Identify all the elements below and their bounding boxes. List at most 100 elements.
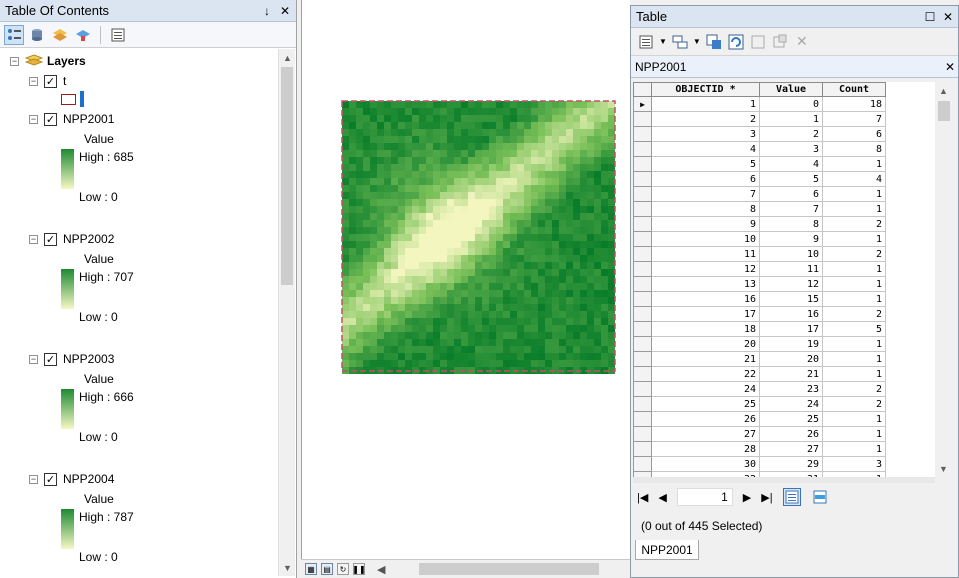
show-all-records-icon[interactable] bbox=[782, 488, 801, 506]
row-selector[interactable] bbox=[633, 276, 652, 292]
table-vertical-scrollbar[interactable]: ▲ ▼ bbox=[935, 82, 952, 477]
cell-value[interactable]: 25 bbox=[759, 411, 823, 427]
cell-count[interactable]: 2 bbox=[822, 381, 886, 397]
cell-count[interactable]: 1 bbox=[822, 201, 886, 217]
collapse-icon[interactable]: − bbox=[29, 114, 38, 124]
table-row[interactable]: 12 11 1 bbox=[633, 261, 886, 277]
chevron-down-icon[interactable]: ▼ bbox=[693, 37, 701, 46]
cell-count[interactable]: 1 bbox=[822, 411, 886, 427]
layer-visibility-checkbox[interactable]: ✓ bbox=[44, 112, 57, 126]
scroll-up-icon[interactable]: ▲ bbox=[935, 82, 952, 99]
cell-objectid[interactable]: 10 bbox=[651, 231, 760, 247]
table-bottom-tab[interactable]: NPP2001 bbox=[635, 540, 699, 560]
cell-value[interactable]: 29 bbox=[759, 456, 823, 472]
layout-view-icon[interactable]: ▤ bbox=[321, 563, 333, 575]
cell-count[interactable]: 18 bbox=[822, 96, 886, 112]
cell-objectid[interactable]: 28 bbox=[651, 441, 760, 457]
cell-value[interactable]: 27 bbox=[759, 441, 823, 457]
layer-npp2001[interactable]: − ✓ NPP2001 bbox=[29, 111, 114, 127]
cell-objectid[interactable]: 1 bbox=[651, 96, 760, 112]
current-record-input[interactable]: 1 bbox=[676, 488, 733, 506]
cell-value[interactable]: 6 bbox=[759, 186, 823, 202]
cell-value[interactable]: 0 bbox=[759, 96, 823, 112]
cell-objectid[interactable]: 27 bbox=[651, 426, 760, 442]
table-options-icon[interactable] bbox=[637, 33, 655, 51]
layer-visibility-checkbox[interactable]: ✓ bbox=[44, 352, 57, 366]
layer-npp2004[interactable]: − ✓ NPP2004 bbox=[29, 471, 114, 487]
row-selector[interactable] bbox=[633, 441, 652, 457]
cell-count[interactable]: 4 bbox=[822, 171, 886, 187]
list-by-drawing-order-icon[interactable] bbox=[4, 24, 24, 45]
cell-value[interactable]: 15 bbox=[759, 291, 823, 307]
cell-value[interactable]: 16 bbox=[759, 306, 823, 322]
table-row[interactable]: 217 bbox=[633, 111, 886, 127]
table-row[interactable]: 871 bbox=[633, 201, 886, 217]
row-selector[interactable] bbox=[633, 201, 652, 217]
scroll-thumb[interactable] bbox=[281, 67, 293, 285]
cell-objectid[interactable]: 12 bbox=[651, 261, 760, 277]
table-row[interactable]: 326 bbox=[633, 126, 886, 142]
table-row[interactable]: 438 bbox=[633, 141, 886, 157]
table-row[interactable]: 654 bbox=[633, 171, 886, 187]
layer-visibility-checkbox[interactable]: ✓ bbox=[44, 472, 57, 486]
cell-count[interactable]: 1 bbox=[822, 156, 886, 172]
row-selector[interactable] bbox=[633, 186, 652, 202]
close-icon[interactable]: ✕ bbox=[278, 4, 292, 18]
cell-count[interactable]: 2 bbox=[822, 216, 886, 232]
layer-npp2003[interactable]: − ✓ NPP2003 bbox=[29, 351, 114, 367]
table-row[interactable]: 17 16 2 bbox=[633, 306, 886, 322]
row-selector[interactable] bbox=[633, 171, 652, 187]
cell-objectid[interactable]: 22 bbox=[651, 366, 760, 382]
table-row[interactable]: 20 19 1 bbox=[633, 336, 886, 352]
layer-npp2002[interactable]: − ✓ NPP2002 bbox=[29, 231, 114, 247]
cell-value[interactable]: 24 bbox=[759, 396, 823, 412]
layer-visibility-checkbox[interactable]: ✓ bbox=[44, 232, 57, 246]
cell-count[interactable]: 3 bbox=[822, 456, 886, 472]
pin-icon[interactable]: ↓ bbox=[260, 4, 274, 18]
cell-count[interactable]: 2 bbox=[822, 306, 886, 322]
table-row[interactable]: 13 12 1 bbox=[633, 276, 886, 292]
close-tab-icon[interactable]: ✕ bbox=[793, 33, 811, 51]
show-selected-records-icon[interactable] bbox=[811, 488, 829, 506]
map-horizontal-scroll-thumb[interactable] bbox=[419, 563, 599, 575]
first-record-icon[interactable]: |◀ bbox=[637, 491, 648, 504]
cell-count[interactable]: 1 bbox=[822, 261, 886, 277]
cell-objectid[interactable]: 18 bbox=[651, 321, 760, 337]
table-row[interactable]: 30 29 3 bbox=[633, 456, 886, 472]
close-icon[interactable]: ✕ bbox=[940, 10, 956, 24]
table-row[interactable]: 27 26 1 bbox=[633, 426, 886, 442]
cell-objectid[interactable]: 30 bbox=[651, 456, 760, 472]
clear-selection-icon[interactable] bbox=[749, 33, 767, 51]
scroll-up-icon[interactable]: ▲ bbox=[279, 49, 296, 66]
collapse-icon[interactable]: − bbox=[29, 234, 38, 244]
table-row[interactable]: 25 24 2 bbox=[633, 396, 886, 412]
row-selector[interactable] bbox=[633, 351, 652, 367]
row-selector[interactable] bbox=[633, 141, 652, 157]
list-by-source-icon[interactable] bbox=[27, 25, 47, 45]
options-icon[interactable] bbox=[108, 25, 128, 45]
row-selector[interactable] bbox=[633, 396, 652, 412]
row-selector[interactable] bbox=[633, 261, 652, 277]
row-selector[interactable] bbox=[633, 321, 652, 337]
collapse-icon[interactable]: − bbox=[29, 76, 38, 86]
scroll-down-icon[interactable]: ▼ bbox=[935, 460, 952, 477]
scroll-down-icon[interactable]: ▼ bbox=[279, 559, 296, 576]
collapse-icon[interactable]: − bbox=[29, 354, 38, 364]
table-row[interactable]: 11 10 2 bbox=[633, 246, 886, 262]
maximize-icon[interactable]: ☐ bbox=[922, 10, 938, 24]
row-selector[interactable] bbox=[633, 426, 652, 442]
table-row[interactable]: 16 15 1 bbox=[633, 291, 886, 307]
cell-count[interactable]: 1 bbox=[822, 231, 886, 247]
row-selector[interactable] bbox=[633, 216, 652, 232]
cell-value[interactable]: 17 bbox=[759, 321, 823, 337]
cell-objectid[interactable]: 3 bbox=[651, 126, 760, 142]
cell-objectid[interactable]: 11 bbox=[651, 246, 760, 262]
delete-selected-icon[interactable] bbox=[771, 33, 789, 51]
cell-objectid[interactable]: 6 bbox=[651, 171, 760, 187]
cell-objectid[interactable]: 17 bbox=[651, 306, 760, 322]
layer-visibility-checkbox[interactable]: ✓ bbox=[44, 74, 57, 88]
table-row[interactable]: 541 bbox=[633, 156, 886, 172]
cell-objectid[interactable]: 26 bbox=[651, 411, 760, 427]
cell-value[interactable]: 7 bbox=[759, 201, 823, 217]
cell-value[interactable]: 19 bbox=[759, 336, 823, 352]
